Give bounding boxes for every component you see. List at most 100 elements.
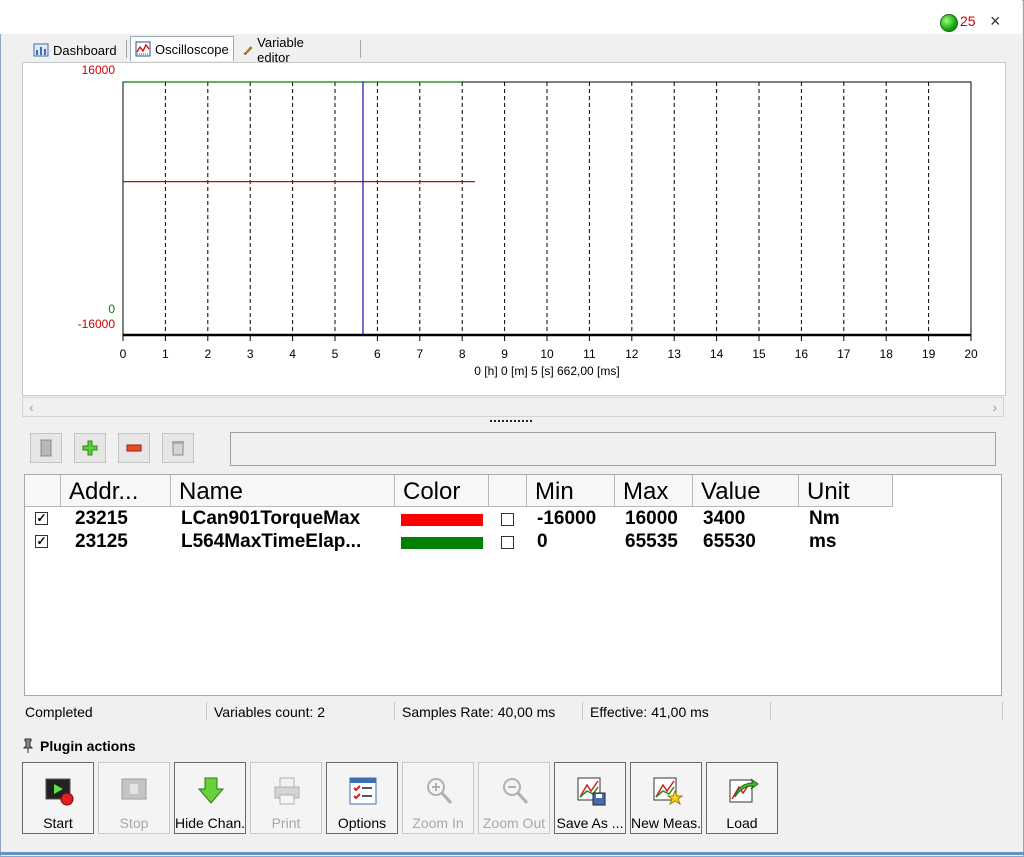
cell-min: -16000: [537, 508, 597, 529]
x-tick-label: 11: [583, 347, 596, 361]
delete-variable-button[interactable]: [162, 433, 194, 463]
column-header-addr[interactable]: Addr...: [61, 475, 171, 507]
cell-unit: Nm: [809, 508, 840, 529]
cell-unit: ms: [809, 531, 837, 552]
column-header-color[interactable]: Color: [395, 475, 489, 507]
minus-icon: [126, 444, 142, 452]
y-zero-label: 0: [108, 302, 115, 316]
oscilloscope-icon: [135, 41, 151, 57]
scroll-left-icon[interactable]: ‹: [29, 399, 34, 415]
status-effective-rate: Effective: 41,00 ms: [590, 704, 709, 720]
column-header-max[interactable]: Max: [615, 475, 693, 507]
x-tick-label: 15: [752, 347, 766, 361]
tab-oscilloscope[interactable]: Oscilloscope: [130, 36, 234, 61]
status-samples-rate: Samples Rate: 40,00 ms: [402, 704, 556, 720]
button-label: Hide Chan.: [175, 815, 245, 831]
stop-icon: [121, 778, 147, 800]
oscilloscope-panel[interactable]: 0 1 2 3 4 5 6 7 8 9 10 11 12 13 14 15 16 17 18 19 20 0 [h] 0 …: [22, 62, 1006, 396]
zoom-out-icon: [503, 778, 529, 805]
x-tick-label: 20: [964, 347, 978, 361]
start-icon: [45, 778, 74, 806]
hide-channels-button[interactable]: Hide Chan.: [174, 762, 246, 834]
plugin-actions-header[interactable]: Plugin actions: [22, 738, 136, 754]
cell-min: 0: [537, 531, 548, 552]
row-enable-checkbox[interactable]: ✓: [35, 512, 48, 525]
x-tick-label: 5: [332, 347, 339, 361]
x-tick-label: 10: [540, 347, 554, 361]
x-tick-label: 3: [247, 347, 254, 361]
status-bar: Completed Variables count: 2 Samples Rat…: [22, 700, 1004, 724]
horizontal-scrollbar[interactable]: ‹ ›: [22, 397, 1004, 417]
column-header-name[interactable]: Name: [171, 475, 395, 507]
scroll-right-icon[interactable]: ›: [992, 399, 997, 415]
x-tick-label: 9: [501, 347, 508, 361]
stop-button[interactable]: Stop: [98, 762, 170, 834]
new-chart-icon: [653, 777, 683, 806]
column-header-flag[interactable]: [489, 475, 527, 507]
print-button[interactable]: Print: [250, 762, 322, 834]
row-enable-checkbox[interactable]: ✓: [35, 535, 48, 548]
x-tick-label: 17: [837, 347, 851, 361]
x-tick-label: 1: [162, 347, 169, 361]
cell-max: 16000: [625, 508, 678, 529]
x-tick-label: 18: [880, 347, 894, 361]
status-variables-count: Variables count: 2: [214, 704, 326, 720]
cell-addr: 23125: [75, 531, 128, 552]
button-label: Stop: [119, 815, 149, 831]
column-header-unit[interactable]: Unit: [799, 475, 893, 507]
button-label: Start: [43, 815, 73, 831]
tab-variable-editor[interactable]: Variable editor: [238, 35, 315, 65]
cell-value: 3400: [703, 508, 746, 529]
x-tick-label: 2: [204, 347, 211, 361]
zoom-in-icon: [427, 778, 453, 805]
status-state: Completed: [25, 704, 93, 720]
x-tick-label: 12: [625, 347, 639, 361]
tab-label: Oscilloscope: [155, 41, 229, 57]
button-label: New Meas...: [631, 815, 701, 831]
disable-variable-button[interactable]: [30, 433, 62, 463]
x-tick-label: 7: [416, 347, 423, 361]
x-tick-label: 14: [710, 347, 724, 361]
cell-max: 65535: [625, 531, 678, 552]
x-tick-label: 4: [289, 347, 296, 361]
oscilloscope-chart[interactable]: 0 1 2 3 4 5 6 7 8 9 10 11 12 13 14 15 16 17 18 19 200 [h] 0 …: [23, 63, 1005, 395]
zoom-in-button[interactable]: Zoom In: [402, 762, 474, 834]
save-as-button[interactable]: Save As ...: [554, 762, 626, 834]
cell-name: L564MaxTimeElap...: [181, 531, 362, 552]
zoom-out-button[interactable]: Zoom Out: [478, 762, 550, 834]
plugin-actions-title: Plugin actions: [40, 738, 136, 754]
tab-dashboard[interactable]: Dashboard: [28, 38, 122, 62]
y-min-label: -16000: [78, 317, 116, 331]
x-tick-label: 13: [668, 347, 682, 361]
trash-icon: [172, 441, 184, 456]
connection-status-icon: [940, 14, 958, 32]
options-button[interactable]: Options: [326, 762, 398, 834]
filter-field[interactable]: [230, 432, 996, 466]
load-button[interactable]: Load: [706, 762, 778, 834]
x-axis-caption: 0 [h] 0 [m] 5 [s] 662,00 [ms]: [474, 364, 619, 378]
cell-name: LCan901TorqueMax: [181, 508, 361, 529]
close-button[interactable]: ×: [990, 11, 1001, 32]
row-flag-checkbox[interactable]: [501, 536, 514, 549]
options-checklist-icon: [349, 777, 377, 805]
status-count: 25: [960, 13, 976, 29]
column-header-check[interactable]: [25, 475, 61, 507]
button-label: Zoom In: [412, 815, 464, 831]
cell-color-swatch[interactable]: [401, 537, 483, 549]
add-variable-button[interactable]: [74, 433, 106, 463]
load-chart-icon: [729, 778, 759, 803]
row-flag-checkbox[interactable]: [501, 513, 514, 526]
column-header-min[interactable]: Min: [527, 475, 615, 507]
column-header-value[interactable]: Value: [693, 475, 799, 507]
pin-icon: [22, 738, 34, 753]
button-label: Print: [271, 815, 301, 831]
button-label: Options: [337, 815, 387, 831]
splitter-handle[interactable]: [488, 418, 534, 424]
x-tick-label: 0: [120, 347, 127, 361]
tab-label: Dashboard: [53, 42, 117, 58]
remove-variable-button[interactable]: [118, 433, 150, 463]
start-button[interactable]: Start: [22, 762, 94, 834]
button-label: Save As ...: [556, 815, 624, 831]
cell-color-swatch[interactable]: [401, 514, 483, 526]
new-measurement-button[interactable]: New Meas...: [630, 762, 702, 834]
